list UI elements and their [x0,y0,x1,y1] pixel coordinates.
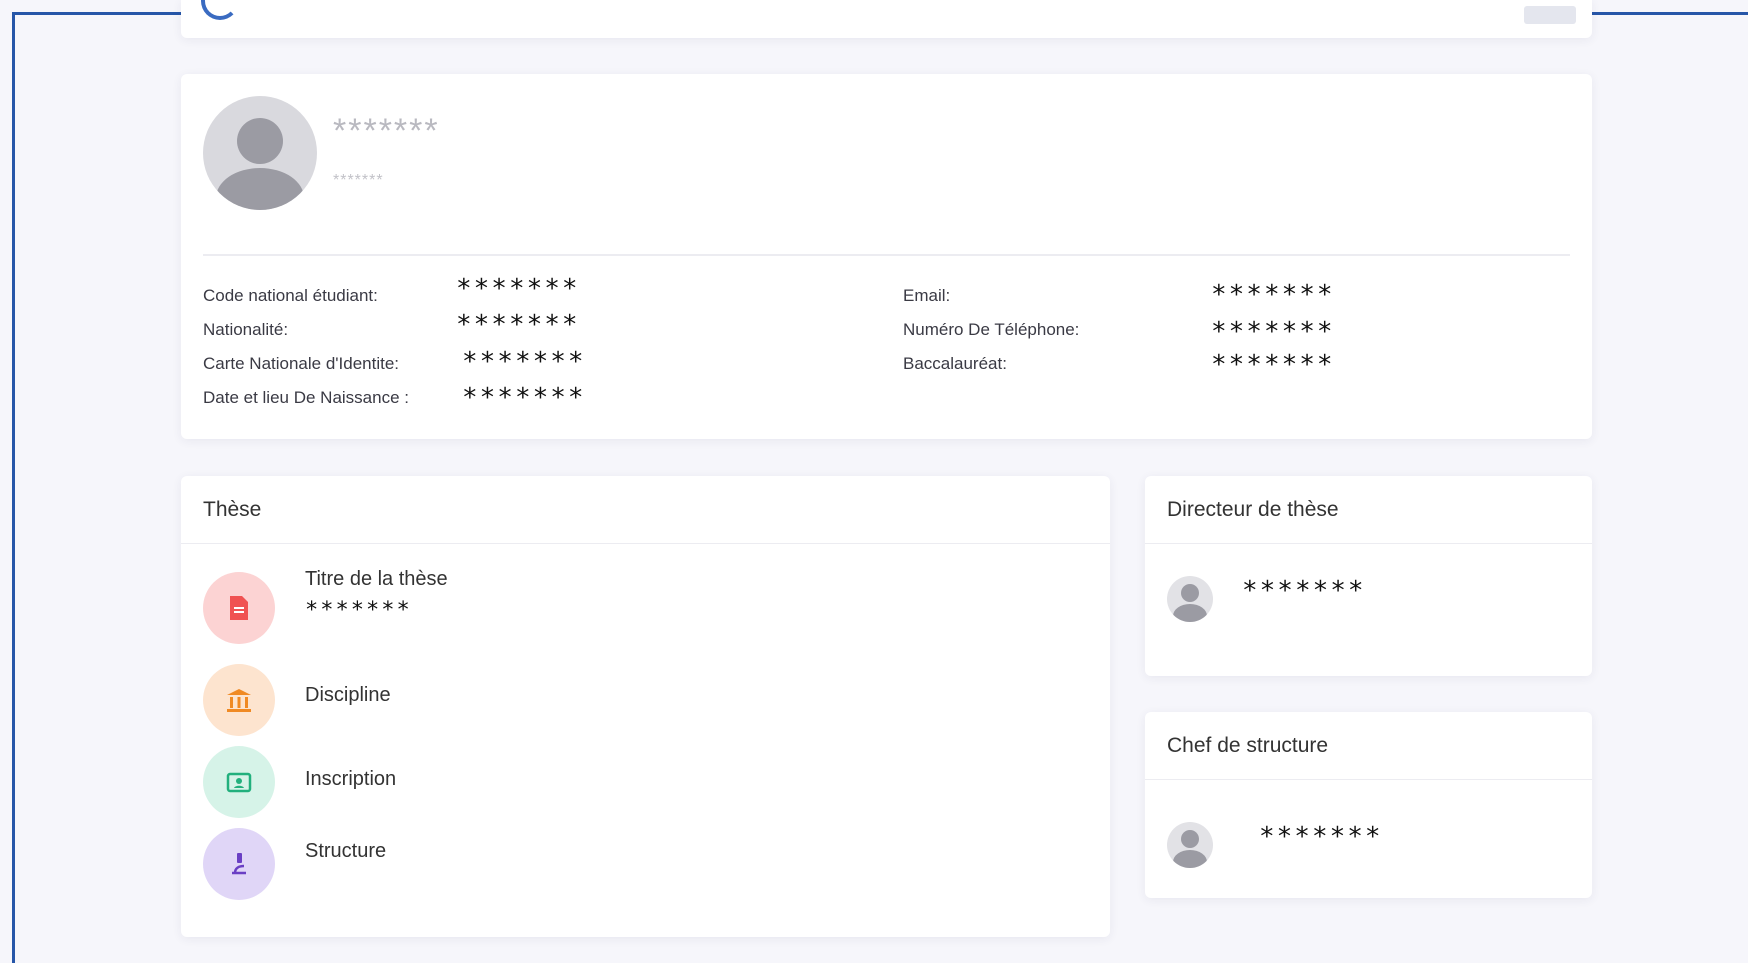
inscription-label: Inscription [305,768,397,790]
label-carte-identite: Carte Nationale d'Identite: [203,354,400,373]
these-card-title: Thèse [203,498,262,521]
structure-label: Structure [305,840,387,862]
document-icon [203,572,275,644]
menu-button[interactable] [1524,6,1576,24]
value-baccalaureat: ******* [1211,350,1335,380]
logo-icon [201,0,239,20]
student-name: ******* [333,112,440,150]
directeur-card: Directeur de thèse ******* [1145,476,1592,676]
chef-name: ******* [1259,822,1383,852]
microscope-icon [203,828,275,900]
card-separator [181,543,1110,544]
avatar-head [237,118,283,164]
these-card: Thèse Titre de la thèse ******* Discipli… [181,476,1110,937]
value-carte-identite: ******* [462,347,586,377]
label-nationalite: Nationalité: [203,320,289,339]
chef-card-title: Chef de structure [1167,734,1329,757]
card-separator [1145,543,1592,544]
titre-these-label: Titre de la thèse [305,568,448,590]
label-baccalaureat: Baccalauréat: [903,354,1007,373]
top-navbar [181,0,1592,38]
value-email: ******* [1211,280,1335,310]
discipline-label: Discipline [305,684,391,706]
value-date-naissance: ******* [462,383,586,413]
avatar [1167,576,1213,622]
avatar [1167,822,1213,868]
avatar-body [1173,850,1207,868]
value-nationalite: ******* [456,310,580,340]
student-profile-card: ******* ******* Code national étudiant: … [181,74,1592,439]
directeur-name: ******* [1242,576,1366,606]
avatar-body [216,168,304,210]
avatar [203,96,317,210]
label-date-naissance: Date et lieu De Naissance : [203,388,409,407]
institution-icon [203,664,275,736]
chef-card: Chef de structure ******* [1145,712,1592,898]
label-telephone: Numéro De Téléphone: [903,320,1080,339]
avatar-head [1181,830,1199,848]
id-card-icon [203,746,275,818]
window-border-left [12,12,15,963]
card-separator [1145,779,1592,780]
value-telephone: ******* [1211,317,1335,347]
label-email: Email: [903,286,951,305]
avatar-head [1181,584,1199,602]
avatar-body [1173,604,1207,622]
value-code-national: ******* [456,274,580,304]
label-code-national: Code national étudiant: [203,286,378,305]
titre-these-value: ******* [305,598,412,623]
directeur-card-title: Directeur de thèse [1167,498,1339,521]
divider [203,254,1570,256]
student-subtitle: ******* [333,172,384,189]
